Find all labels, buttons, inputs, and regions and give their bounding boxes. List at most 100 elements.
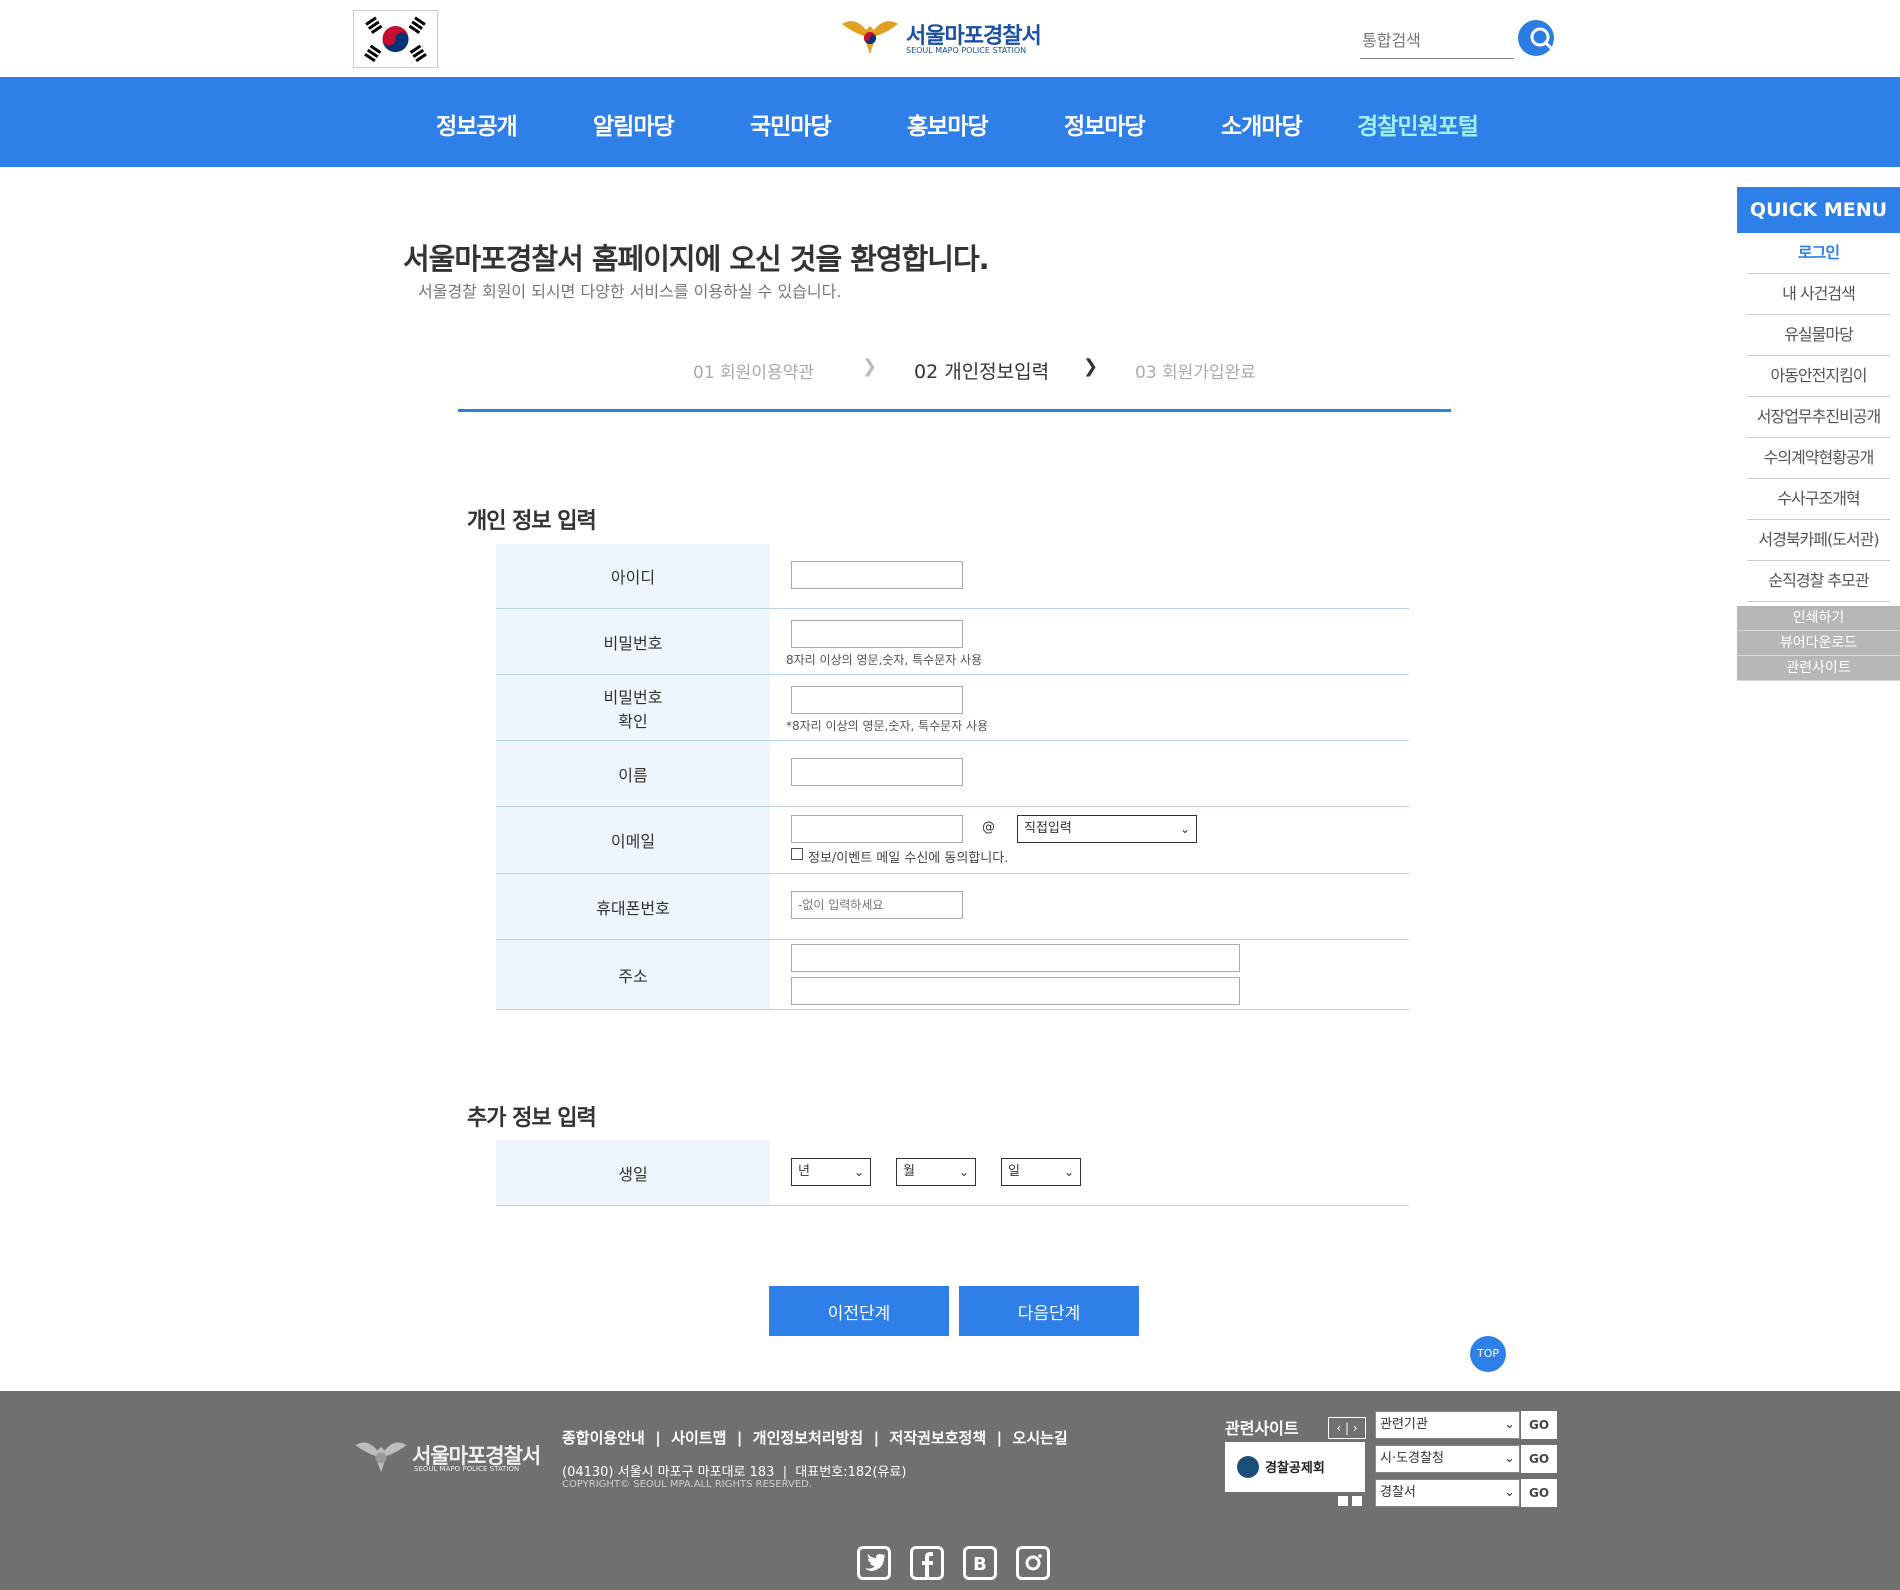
scroll-top-button[interactable]: TOP [1470, 1336, 1506, 1372]
related-agency-value: 관련기관 [1380, 1417, 1428, 1432]
step-arrow-icon: ❯ [862, 356, 878, 377]
footer-logo-subtitle: SEOUL MAPO POLICE STATION [414, 1465, 520, 1473]
search-button[interactable] [1518, 20, 1554, 56]
password-confirm-label-line1: 비밀번호 [603, 687, 663, 707]
address-input-2[interactable] [791, 977, 1240, 1005]
chevron-right-icon[interactable]: › [1353, 1421, 1358, 1435]
nav-item-info-disclosure[interactable]: 정보공개 [436, 107, 518, 141]
play-icon[interactable] [1338, 1496, 1348, 1506]
nav-item-pr[interactable]: 홍보마당 [907, 107, 989, 141]
page-title: 서울마포경찰서 홈페이지에 오신 것을 환영합니다. [403, 242, 990, 276]
quick-menu-book-cafe[interactable]: 서경북카페(도서관) [1747, 520, 1890, 561]
name-input[interactable] [791, 758, 963, 786]
footer-link-privacy[interactable]: 개인정보처리방침 [753, 1429, 863, 1447]
phone-label: 휴대폰번호 [496, 874, 770, 939]
email-domain-value: 직접입력 [1024, 821, 1072, 836]
mutual-aid-logo-icon [1237, 1456, 1259, 1478]
quick-menu-investigation-reform[interactable]: 수사구조개혁 [1747, 479, 1890, 520]
footer-link-guide[interactable]: 종합이용안내 [562, 1429, 645, 1447]
email-label: 이메일 [496, 807, 770, 873]
chevron-down-icon: ⌄ [1063, 1165, 1074, 1179]
email-domain-select[interactable]: 직접입력 ⌄ [1017, 815, 1197, 843]
quick-menu-memorial[interactable]: 순직경찰 추모관 [1747, 561, 1890, 602]
address-label: 주소 [496, 940, 770, 1009]
nav-item-notice[interactable]: 알림마당 [593, 107, 675, 141]
birth-day-value: 일 [1008, 1164, 1020, 1179]
footer-links: 종합이용안내 | 사이트맵 | 개인정보처리방침 | 저작권보호정책 | 오시는… [562, 1429, 1068, 1447]
password-confirm-label-line2: 확인 [618, 711, 648, 731]
quick-menu: QUICK MENU 로그인 내 사건검색 유실물마당 아동안전지킴이 서장업무… [1737, 187, 1900, 681]
email-agree-checkbox[interactable] [791, 848, 803, 860]
password-confirm-input[interactable] [791, 686, 963, 714]
step-arrow-icon: ❯ [1083, 356, 1099, 377]
address-row: 주소 [496, 940, 1409, 1010]
quick-menu-case-search[interactable]: 내 사건검색 [1747, 274, 1890, 315]
quick-menu-related-sites[interactable]: 관련사이트 [1737, 656, 1900, 681]
footer-police-emblem-icon [352, 1436, 410, 1476]
related-banner[interactable]: 경찰공제회 [1225, 1442, 1365, 1492]
birth-month-select[interactable]: 월 ⌄ [896, 1158, 976, 1186]
police-station-value: 경찰서 [1380, 1485, 1416, 1500]
facebook-icon[interactable] [910, 1546, 944, 1580]
quick-menu-lost-items[interactable]: 유실물마당 [1747, 315, 1890, 356]
birth-year-select[interactable]: 년 ⌄ [791, 1158, 871, 1186]
nav-item-info[interactable]: 정보마당 [1064, 107, 1146, 141]
footer-copyright: COPYRIGHT© SEOUL MPA.ALL RIGHTS RESERVED… [562, 1479, 813, 1490]
footer-link-copyright[interactable]: 저작권보호정책 [890, 1429, 987, 1447]
nav-item-public[interactable]: 국민마당 [750, 107, 832, 141]
search-icon [1530, 27, 1554, 51]
instagram-icon[interactable] [1016, 1546, 1050, 1580]
birth-month-value: 월 [903, 1164, 915, 1179]
phone-input[interactable] [791, 891, 963, 919]
birth-day-select[interactable]: 일 ⌄ [1001, 1158, 1081, 1186]
provincial-police-select[interactable]: 시·도경찰청 ⌄ [1375, 1445, 1520, 1473]
related-agency-go-button[interactable]: GO [1521, 1411, 1557, 1439]
step-3: 03 회원가입완료 [1135, 363, 1256, 383]
personal-info-title: 개인 정보 입력 [467, 509, 597, 534]
password-hint: 8자리 이상의 영문,숫자, 특수문자 사용 [786, 653, 983, 667]
pause-icon[interactable] [1352, 1496, 1362, 1506]
related-sites-arrows[interactable]: ‹ | › [1328, 1417, 1366, 1439]
police-station-go-button[interactable]: GO [1521, 1479, 1557, 1507]
chevron-left-icon[interactable]: ‹ [1336, 1421, 1341, 1435]
address-input-1[interactable] [791, 944, 1240, 972]
email-at-sign: @ [982, 820, 995, 835]
prev-step-button[interactable]: 이전단계 [769, 1286, 949, 1336]
password-input[interactable] [791, 620, 963, 648]
twitter-icon[interactable] [857, 1546, 891, 1580]
related-sites-title: 관련사이트 [1225, 1419, 1299, 1438]
quick-menu-login[interactable]: 로그인 [1747, 233, 1890, 274]
footer-address: (04130) 서울시 마포구 마포대로 183 | 대표번호:182(유료) [562, 1465, 907, 1480]
quick-menu-contracts[interactable]: 수의계약현황공개 [1747, 438, 1890, 479]
logo-subtitle: SEOUL MAPO POLICE STATION [906, 46, 1027, 55]
next-step-button[interactable]: 다음단계 [959, 1286, 1139, 1336]
quick-menu-viewer-download[interactable]: 뷰어다운로드 [1737, 631, 1900, 656]
chevron-down-icon: ⌄ [1504, 1485, 1515, 1500]
step-1: 01 회원이용약관 [693, 363, 814, 383]
provincial-police-go-button[interactable]: GO [1521, 1445, 1557, 1473]
name-row: 이름 [496, 741, 1409, 807]
page-subtitle: 서울경찰 회원이 되시면 다양한 서비스를 이용하실 수 있습니다. [418, 282, 842, 301]
related-banner-label: 경찰공제회 [1265, 1461, 1325, 1476]
police-station-select[interactable]: 경찰서 ⌄ [1375, 1479, 1520, 1507]
police-emblem-icon [840, 14, 900, 58]
step-2-current: 02 개인정보입력 [914, 361, 1050, 383]
nav-item-intro[interactable]: 소개마당 [1221, 107, 1303, 141]
chevron-down-icon: ⌄ [853, 1165, 864, 1179]
id-input[interactable] [791, 561, 963, 589]
password-confirm-hint: *8자리 이상의 영문,숫자, 특수문자 사용 [786, 719, 989, 733]
footer-link-directions[interactable]: 오시는길 [1013, 1429, 1068, 1447]
quick-menu-print[interactable]: 인쇄하기 [1737, 606, 1900, 631]
korea-flag-logo[interactable] [353, 10, 438, 68]
birthday-row: 생일 년 ⌄ 월 ⌄ 일 ⌄ [496, 1140, 1409, 1206]
blog-icon[interactable]: B [963, 1546, 997, 1580]
quick-menu-expenses[interactable]: 서장업무추진비공개 [1747, 397, 1890, 438]
id-row: 아이디 [496, 544, 1409, 609]
search-input[interactable] [1360, 22, 1514, 59]
related-agency-select[interactable]: 관련기관 ⌄ [1375, 1411, 1520, 1439]
email-id-input[interactable] [791, 815, 963, 843]
birthday-label: 생일 [496, 1140, 770, 1205]
footer-link-sitemap[interactable]: 사이트맵 [671, 1429, 726, 1447]
quick-menu-child-safety[interactable]: 아동안전지킴이 [1747, 356, 1890, 397]
nav-item-civil-portal[interactable]: 경찰민원포털 [1357, 107, 1479, 141]
